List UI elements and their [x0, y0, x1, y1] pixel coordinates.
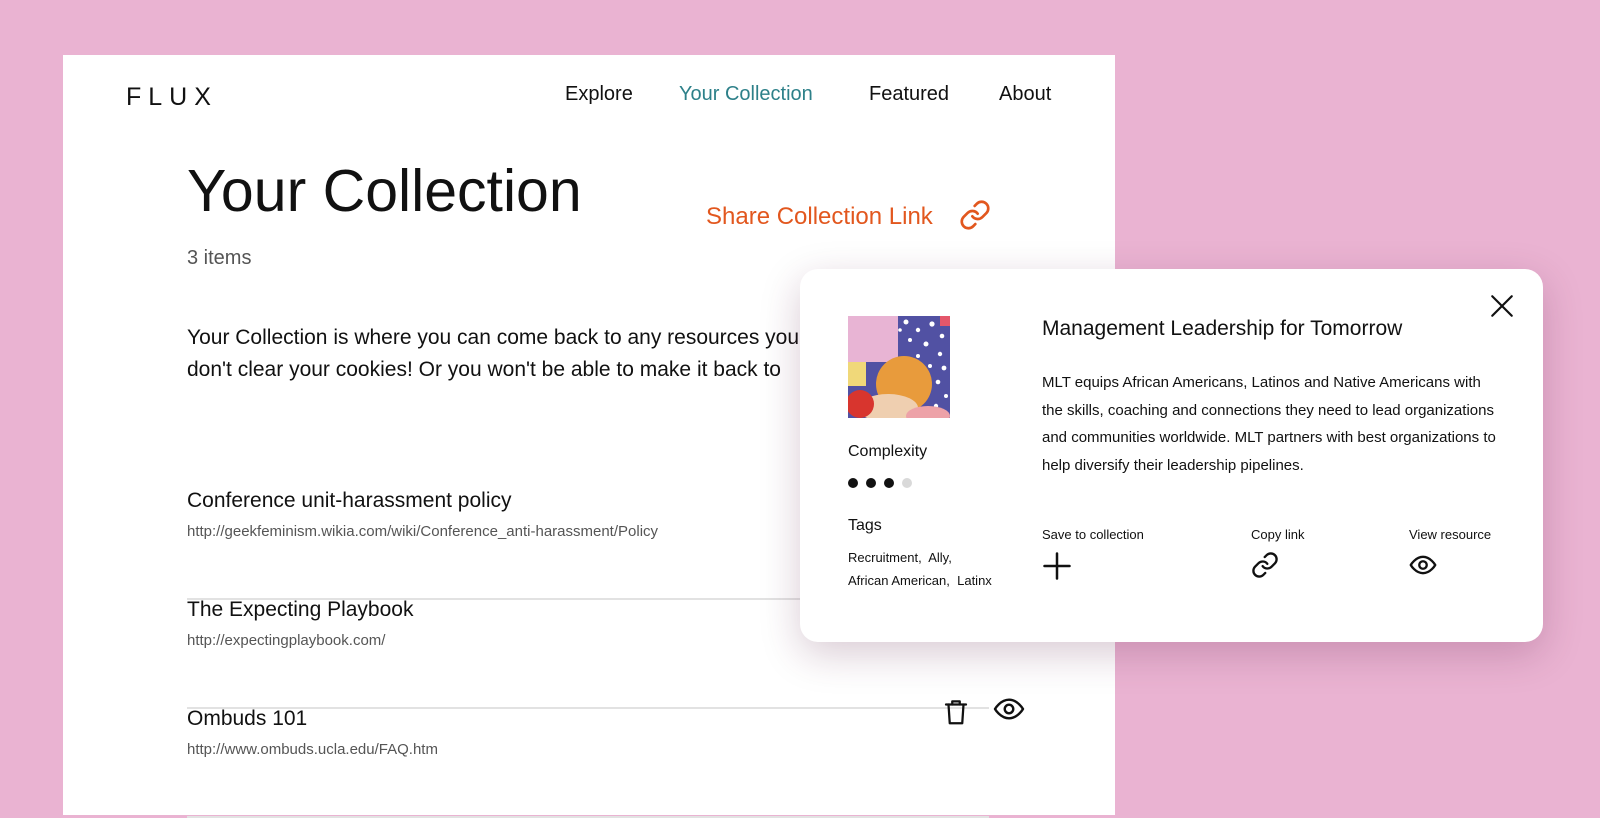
link-icon	[1251, 551, 1279, 582]
save-to-collection-button[interactable]: Save to collection	[1042, 527, 1144, 580]
eye-icon	[1409, 551, 1437, 582]
nav-your-collection[interactable]: Your Collection	[679, 83, 813, 106]
item-title[interactable]: Ombuds 101	[187, 707, 307, 731]
tag[interactable]: Recruitment,	[848, 550, 922, 565]
tag-list: Recruitment, Ally, African American, Lat…	[848, 546, 1008, 592]
main-nav: Explore Your Collection Featured About	[63, 83, 1115, 113]
close-icon[interactable]	[1489, 293, 1515, 324]
link-icon	[959, 199, 991, 238]
item-title[interactable]: The Expecting Playbook	[187, 598, 413, 622]
item-count: 3 items	[187, 247, 252, 269]
complexity-dot-filled	[866, 478, 876, 488]
tag[interactable]: Latinx	[957, 573, 992, 588]
page-title: Your Collection	[187, 158, 582, 224]
collection-item[interactable]: Ombuds 101 http://www.ombuds.ucla.edu/FA…	[187, 698, 1025, 818]
resource-title: Management Leadership for Tomorrow	[1042, 317, 1403, 340]
nav-explore[interactable]: Explore	[565, 83, 633, 106]
item-title[interactable]: Conference unit-harassment policy	[187, 489, 512, 513]
nav-featured[interactable]: Featured	[869, 83, 949, 106]
item-actions	[941, 693, 1036, 733]
eye-icon[interactable]	[993, 693, 1025, 730]
share-collection-link[interactable]: Share Collection Link	[706, 200, 990, 233]
item-url[interactable]: http://expectingplaybook.com/	[187, 632, 385, 649]
item-url[interactable]: http://www.ombuds.ucla.edu/FAQ.htm	[187, 741, 438, 758]
tag[interactable]: Ally,	[928, 550, 952, 565]
complexity-dot-filled	[848, 478, 858, 488]
tags-label: Tags	[848, 517, 882, 534]
tag[interactable]: African American,	[848, 573, 950, 588]
complexity-label: Complexity	[848, 443, 928, 460]
resource-thumbnail	[848, 316, 950, 418]
copy-link-button[interactable]: Copy link	[1251, 527, 1305, 578]
view-resource-label: View resource	[1409, 527, 1492, 542]
complexity-dot-empty	[902, 478, 912, 488]
trash-icon[interactable]	[941, 697, 971, 732]
view-resource-button[interactable]: View resource	[1409, 527, 1492, 575]
nav-about[interactable]: About	[999, 83, 1051, 106]
resource-detail-popup: Complexity Tags Recruitment, Ally, Afric…	[800, 269, 1543, 642]
collection-intro: Your Collection is where you can come ba…	[187, 326, 800, 381]
share-link-label: Share Collection Link	[706, 203, 933, 230]
save-label: Save to collection	[1042, 527, 1144, 542]
item-url[interactable]: http://geekfeminism.wikia.com/wiki/Confe…	[187, 523, 658, 540]
resource-description: MLT equips African Americans, Latinos an…	[1042, 374, 1496, 474]
copy-link-label: Copy link	[1251, 527, 1305, 542]
complexity-dot-filled	[884, 478, 894, 488]
plus-icon	[1042, 551, 1072, 584]
